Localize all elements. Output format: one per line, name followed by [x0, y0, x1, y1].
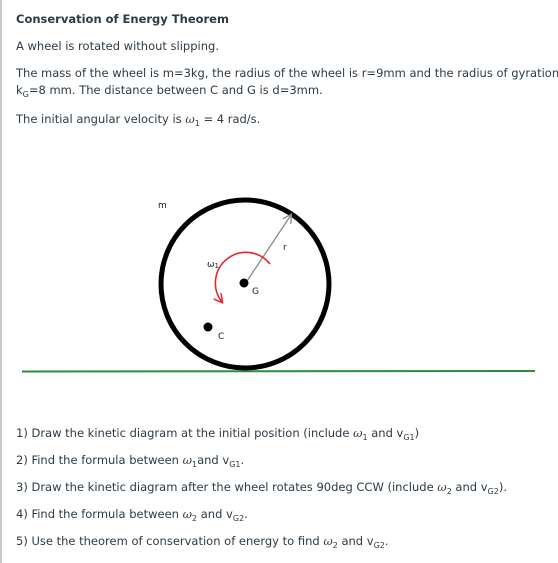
radius-label: r — [283, 243, 287, 253]
mass-label: m — [158, 201, 167, 211]
center-of-gravity-point — [239, 278, 249, 288]
c-label: C — [218, 332, 224, 342]
g-label: G — [252, 287, 259, 297]
ground-line — [21, 370, 536, 373]
wheel-diagram: m r ω1 G C — [21, 197, 536, 373]
point-c — [203, 322, 213, 332]
omega-label: ω1 — [207, 260, 219, 270]
